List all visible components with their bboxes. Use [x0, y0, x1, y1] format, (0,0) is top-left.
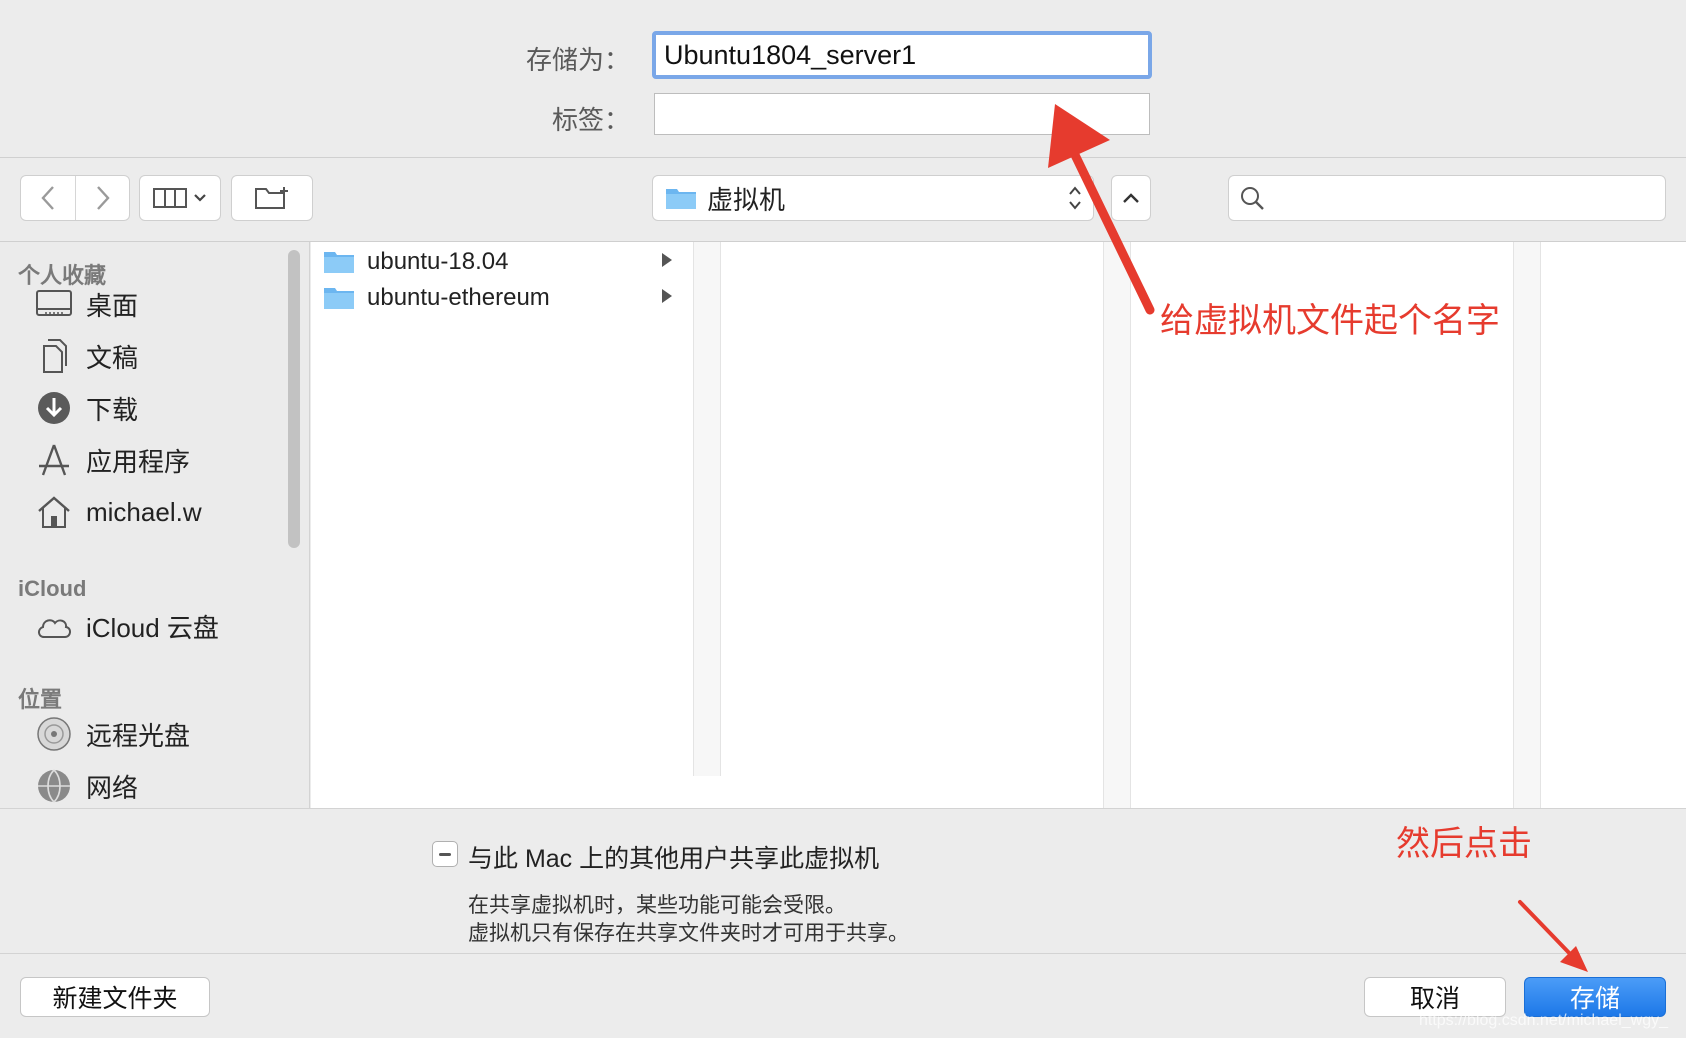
- nav-buttons: [20, 175, 130, 221]
- browser-toolbar: 虚拟机: [0, 158, 1686, 242]
- file-row[interactable]: ubuntu-ethereum: [311, 280, 693, 316]
- home-icon: [34, 492, 74, 532]
- applications-icon: [34, 440, 74, 480]
- share-note-line-2: 虚拟机只有保存在共享文件夹时才可用于共享。: [468, 922, 909, 945]
- sidebar-item-label: 下载: [86, 394, 139, 425]
- sidebar-item-downloads[interactable]: 下载: [34, 386, 138, 430]
- share-label: 与此 Mac 上的其他用户共享此虚拟机: [468, 845, 880, 873]
- share-note-line-1: 在共享虚拟机时，某些功能可能会受限。: [468, 894, 846, 917]
- folder-icon: [324, 288, 354, 309]
- download-icon: [34, 388, 74, 428]
- share-checkbox[interactable]: [432, 841, 458, 867]
- search-input[interactable]: [1271, 178, 1665, 218]
- sidebar-scrollbar[interactable]: [288, 250, 300, 548]
- sidebar-item-home[interactable]: michael.w: [34, 490, 202, 534]
- sidebar-item-label: 远程光盘: [86, 720, 191, 751]
- sidebar-item-label: michael.w: [86, 496, 202, 527]
- new-folder-button[interactable]: 新建文件夹: [20, 977, 210, 1017]
- column-resize-handle[interactable]: [1103, 242, 1131, 808]
- collapse-button[interactable]: [1111, 175, 1151, 221]
- chevron-up-icon: [1123, 193, 1139, 203]
- cloud-icon: [34, 606, 74, 646]
- annotation-name-hint: 给虚拟机文件起个名字: [1160, 302, 1500, 340]
- cancel-button[interactable]: 取消: [1364, 977, 1506, 1017]
- sidebar-item-documents[interactable]: 文稿: [34, 334, 138, 378]
- column-view-icon: [153, 188, 187, 208]
- watermark: https://blog.csdn.net/michael_wgy_: [1418, 1012, 1668, 1029]
- sidebar-item-label: 应用程序: [86, 446, 191, 477]
- tags-label: 标签：: [551, 105, 630, 135]
- sidebar-section-icloud: iCloud: [18, 576, 87, 601]
- search-icon: [1241, 187, 1264, 210]
- column-resize-handle[interactable]: [1513, 242, 1541, 808]
- save-button[interactable]: 存储: [1524, 977, 1666, 1017]
- sidebar-item-applications[interactable]: 应用程序: [34, 438, 190, 482]
- chevron-left-icon: [41, 186, 54, 210]
- forward-button[interactable]: [75, 176, 129, 220]
- back-button[interactable]: [21, 176, 75, 220]
- search-box[interactable]: [1228, 175, 1666, 221]
- file-name: ubuntu-ethereum: [367, 284, 550, 311]
- disclosure-triangle-icon: [662, 253, 672, 267]
- folder-icon: [324, 252, 354, 273]
- sidebar: 个人收藏 桌面 文稿 下载 应用程序 michael.w iCloud iClo…: [0, 242, 310, 808]
- sidebar-item-label: iCloud 云盘: [86, 612, 219, 643]
- updown-chevron-icon: [1069, 186, 1081, 210]
- sidebar-section-locations: 位置: [18, 687, 63, 712]
- disclosure-triangle-icon: [662, 289, 672, 303]
- chevron-right-icon: [96, 186, 110, 210]
- sidebar-item-network[interactable]: 网络: [34, 764, 138, 808]
- sidebar-item-label: 桌面: [86, 290, 139, 321]
- network-icon: [34, 766, 74, 806]
- new-folder-toolbar-button[interactable]: [231, 175, 313, 221]
- annotation-click-hint: 然后点击: [1396, 825, 1532, 863]
- save-header: 存储为： 标签：: [0, 0, 1686, 158]
- chevron-down-icon: [194, 194, 206, 202]
- save-as-label: 存储为：: [525, 45, 630, 75]
- sidebar-item-label: 网络: [86, 772, 139, 803]
- sidebar-item-desktop[interactable]: 桌面: [34, 282, 138, 326]
- new-folder-icon: [255, 187, 288, 209]
- sidebar-item-icloud-drive[interactable]: iCloud 云盘: [34, 604, 219, 648]
- sidebar-item-label: 文稿: [86, 342, 139, 373]
- file-row[interactable]: ubuntu-18.04: [311, 244, 693, 280]
- location-label: 虚拟机: [707, 184, 786, 215]
- document-icon: [34, 336, 74, 376]
- disc-icon: [34, 714, 74, 754]
- folder-icon: [666, 189, 696, 209]
- column-resize-handle[interactable]: [693, 242, 721, 776]
- view-mode-button[interactable]: [139, 175, 221, 221]
- location-popup[interactable]: 虚拟机: [652, 175, 1094, 221]
- file-name: ubuntu-18.04: [367, 248, 509, 275]
- tags-input[interactable]: [654, 93, 1150, 135]
- desktop-icon: [34, 284, 74, 324]
- sidebar-item-remote-disc[interactable]: 远程光盘: [34, 712, 190, 756]
- save-as-input[interactable]: [652, 31, 1152, 79]
